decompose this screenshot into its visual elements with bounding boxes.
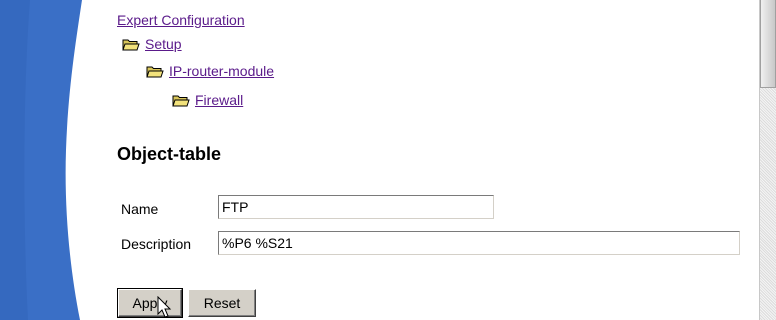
left-decorative-band	[0, 0, 110, 320]
breadcrumb-setup[interactable]: Setup	[122, 36, 182, 52]
name-field[interactable]	[218, 195, 494, 219]
breadcrumb-setup-link[interactable]: Setup	[145, 36, 182, 52]
description-field[interactable]	[218, 231, 740, 255]
scrollbar-thumb[interactable]	[760, 0, 776, 88]
folder-open-icon	[146, 66, 164, 77]
page-title: Object-table	[117, 144, 222, 164]
breadcrumb-firewall-link[interactable]: Firewall	[195, 92, 243, 108]
description-label: Description	[121, 236, 192, 252]
breadcrumb-ip-router-module-link[interactable]: IP-router-module	[169, 63, 274, 79]
mouse-pointer-icon	[157, 296, 172, 318]
page: Expert Configuration Setup IP-router-mod…	[0, 0, 776, 320]
breadcrumb-ip-router-module[interactable]: IP-router-module	[146, 63, 274, 79]
reset-button[interactable]: Reset	[188, 289, 256, 317]
folder-open-icon	[122, 39, 140, 50]
folder-open-icon	[172, 95, 190, 106]
name-label: Name	[121, 201, 159, 217]
breadcrumb-root[interactable]: Expert Configuration	[117, 12, 245, 28]
breadcrumb-firewall[interactable]: Firewall	[172, 92, 243, 108]
breadcrumb-root-link[interactable]: Expert Configuration	[117, 12, 245, 28]
